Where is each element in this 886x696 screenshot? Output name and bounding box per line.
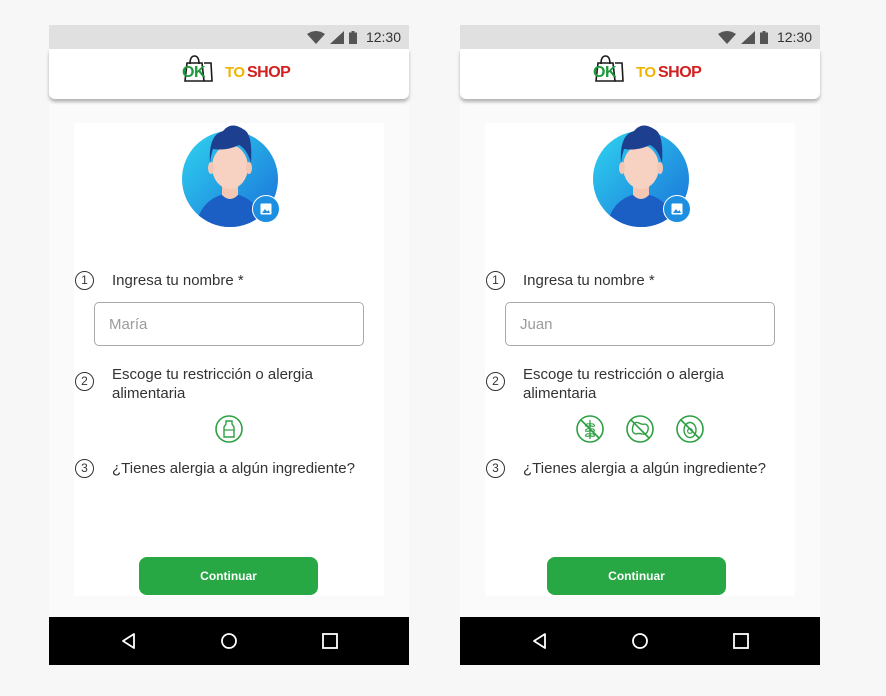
oktoshop-logo: OK TO SHOP (592, 54, 702, 84)
profile-card: 1 Ingresa tu nombre * 2 Escoge tu restri… (485, 123, 795, 596)
signal-icon (740, 30, 755, 44)
gluten-free-icon[interactable] (575, 414, 605, 444)
step-2-number: 2 (486, 372, 505, 391)
logo-to: TO (225, 64, 245, 81)
step-3-number: 3 (486, 459, 505, 478)
step-1-number: 1 (486, 271, 505, 290)
step-3-label: ¿Tienes alergia a algún ingrediente? (523, 460, 766, 477)
step-1-label: Ingresa tu nombre * (112, 272, 244, 289)
phone-screen-1: 12:30 OK TO SHOP 1 Ingresa tu nombre * M… (49, 25, 409, 665)
image-icon (671, 203, 683, 215)
step-3-label: ¿Tienes alergia a algún ingrediente? (112, 460, 355, 477)
step-3-number: 3 (75, 459, 94, 478)
change-photo-button[interactable] (663, 195, 691, 223)
android-nav-bar (49, 617, 409, 665)
home-icon[interactable] (219, 631, 239, 651)
milk-bottle-icon[interactable] (214, 414, 244, 444)
logo-to: TO (636, 64, 656, 81)
wifi-icon (306, 30, 325, 44)
step-1-label: Ingresa tu nombre * (523, 272, 655, 289)
recents-icon[interactable] (731, 631, 751, 651)
back-icon[interactable] (530, 631, 550, 651)
change-photo-button[interactable] (252, 195, 280, 223)
name-input[interactable] (505, 302, 775, 346)
battery-icon (348, 30, 357, 44)
step-1-number: 1 (75, 271, 94, 290)
status-bar: 12:30 (460, 25, 820, 49)
wifi-icon (717, 30, 736, 44)
home-icon[interactable] (630, 631, 650, 651)
no-peanut-icon[interactable] (625, 414, 655, 444)
battery-icon (759, 30, 768, 44)
name-input[interactable] (94, 302, 364, 346)
signal-icon (329, 30, 344, 44)
status-time: 12:30 (776, 29, 812, 45)
app-header: OK TO SHOP (460, 49, 820, 99)
logo-ok: OK (593, 64, 617, 81)
logo-shop: SHOP (658, 64, 702, 81)
logo-shop: SHOP (247, 64, 291, 81)
back-icon[interactable] (119, 631, 139, 651)
avatar[interactable] (181, 123, 281, 231)
logo-ok: OK (182, 64, 206, 81)
app-header: OK TO SHOP (49, 49, 409, 99)
allergen-icon-row (74, 414, 384, 444)
status-bar: 12:30 (49, 25, 409, 49)
android-nav-bar (460, 617, 820, 665)
continue-button[interactable]: Continuar (139, 557, 318, 595)
image-icon (260, 203, 272, 215)
oktoshop-logo: OK TO SHOP (181, 54, 291, 84)
profile-card: 1 Ingresa tu nombre * 2 Escoge tu restri… (74, 123, 384, 596)
continue-button[interactable]: Continuar (547, 557, 726, 595)
step-2-label: Escoge tu restricción o alergia alimenta… (523, 366, 724, 402)
no-egg-icon[interactable] (675, 414, 705, 444)
allergen-icon-row (485, 414, 795, 444)
status-time: 12:30 (365, 29, 401, 45)
step-2-number: 2 (75, 372, 94, 391)
step-2-label: Escoge tu restricción o alergia alimenta… (112, 366, 313, 402)
avatar[interactable] (592, 123, 692, 231)
recents-icon[interactable] (320, 631, 340, 651)
phone-screen-2: 12:30 OK TO SHOP 1 Ingresa tu nombre * J… (460, 25, 820, 665)
